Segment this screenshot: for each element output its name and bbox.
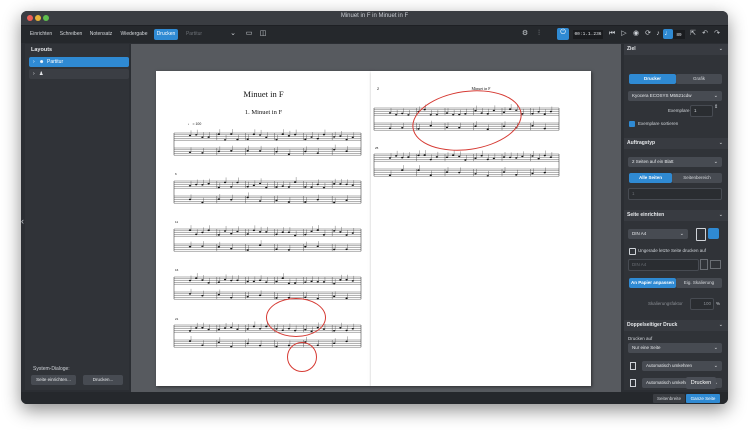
chevron-down-icon[interactable]: ⌄ xyxy=(719,138,723,149)
measure-number: 21 xyxy=(175,317,179,321)
staff-systems xyxy=(173,129,362,348)
page-flip-icon xyxy=(630,362,636,370)
blank-last-page-label: Ungerade letzte Seite drucken auf xyxy=(638,248,707,253)
collapse-left-panel-icon[interactable]: ‹ xyxy=(21,216,24,226)
system-dialogs-label: System-Dialoge: xyxy=(33,366,70,372)
chevron-down-icon[interactable]: ⌄ xyxy=(719,320,723,331)
section-header-duplex[interactable]: Doppelseitiger Druck ⌄ xyxy=(624,320,728,331)
page-width-button[interactable]: Seitenbreite xyxy=(653,394,685,403)
single-page-view-icon[interactable]: ▭ xyxy=(244,29,254,39)
paper-size-select[interactable]: DIN A4 ⌄ xyxy=(628,229,688,239)
zoom-field[interactable]: 89 xyxy=(673,30,685,39)
landscape-icon[interactable] xyxy=(708,228,719,239)
score-page-1: Minuet in F 1. Minuet in F ♩ = 100 6 11 … xyxy=(156,71,371,386)
annotation-circle xyxy=(287,342,317,372)
layouts-header: Layouts xyxy=(31,47,53,53)
chevron-down-icon: ⌄ xyxy=(713,345,718,351)
page-flip-icon xyxy=(630,379,636,387)
status-bar: Seitenbreite Ganze Seite xyxy=(21,392,728,404)
copies-label: Exemplare xyxy=(668,108,690,113)
job-type-select[interactable]: 2 Seiten auf ein Blatt ⌄ xyxy=(628,157,722,167)
custom-scale-button[interactable]: Eig. Skalierung xyxy=(676,278,722,288)
chevron-down-icon: ⌄ xyxy=(713,363,718,369)
system-print-button[interactable]: Drucken... xyxy=(83,375,123,385)
measure-number: 25 xyxy=(375,146,379,150)
print-preview-canvas: Minuet in F 1. Minuet in F ♩ = 100 6 11 … xyxy=(131,44,621,392)
tab-drucken[interactable]: Drucken xyxy=(154,29,178,40)
mixer-icon[interactable]: ⫶ xyxy=(534,29,544,39)
tab-partitur[interactable]: Partitur xyxy=(183,29,205,40)
section-header-ziel[interactable]: Ziel ⌄ xyxy=(624,44,728,55)
tab-wiedergabe[interactable]: Wiedergabe xyxy=(118,29,150,40)
print-on-select[interactable]: Nur eine Seite ⌄ xyxy=(628,343,722,353)
chevron-down-icon: ⌄ xyxy=(713,93,718,99)
copies-stepper[interactable]: 1 xyxy=(690,105,713,117)
printer-select[interactable]: Kyocera ECOSYS M5521cdw ⌄ xyxy=(628,91,722,101)
redo-icon[interactable]: ↷ xyxy=(712,29,722,39)
chevron-down-icon[interactable]: ⌄ xyxy=(719,44,723,55)
section-header-seite[interactable]: Seite einrichten ⌄ xyxy=(624,210,728,221)
metronome-icon[interactable]: ♪ xyxy=(653,29,663,39)
chevron-right-icon[interactable]: › xyxy=(33,57,35,67)
app-window: Minuet in F in Minuet in F Einrichten Sc… xyxy=(21,11,728,404)
tab-schreiben[interactable]: Schreiben xyxy=(58,29,84,40)
all-pages-button[interactable]: Alle Seiten xyxy=(629,173,672,183)
score-page-2: 2 Minuet in F 25 xyxy=(371,71,591,386)
chevron-down-icon[interactable]: ⌄ xyxy=(719,210,723,221)
portrait-icon[interactable] xyxy=(696,228,706,241)
spread-view-icon[interactable]: ◫ xyxy=(258,29,268,39)
tab-notensatz[interactable]: Notensatz xyxy=(87,29,115,40)
scale-unit: % xyxy=(716,301,721,306)
chevron-right-icon[interactable]: › xyxy=(33,69,35,79)
destination-printer-button[interactable]: Drucker xyxy=(629,74,676,84)
chevron-down-icon[interactable]: ⌄ xyxy=(228,29,238,39)
layouts-panel: Layouts › ☻ Partitur › ♟ System-Dialoge:… xyxy=(25,44,129,390)
layout-item-score[interactable]: › ☻ Partitur xyxy=(29,57,129,67)
chevron-down-icon: ⌄ xyxy=(713,159,718,165)
page-range-input[interactable]: 1 xyxy=(628,188,722,200)
fit-to-paper-button[interactable]: An Papier anpassen xyxy=(629,278,676,288)
undo-icon[interactable]: ↶ xyxy=(700,29,710,39)
rewind-icon[interactable]: ⏮ xyxy=(607,29,617,39)
print-on-label: Drucken auf xyxy=(628,336,653,341)
page-range-button[interactable]: Seitenbereich xyxy=(672,173,722,183)
measure-number: 11 xyxy=(175,220,179,224)
blank-paper-select[interactable]: DIN A4 xyxy=(628,259,699,271)
click-icon[interactable]: ♩ xyxy=(663,29,673,39)
layout-item-part[interactable]: › ♟ xyxy=(29,69,129,79)
scale-factor-input[interactable]: 100 xyxy=(690,298,714,310)
transport-time-display: 00:1.1.236 xyxy=(573,30,603,39)
print-options-panel: Ziel ⌄ Drucker Grafik Kyocera ECOSYS M55… xyxy=(624,44,728,390)
portrait-icon[interactable] xyxy=(700,259,708,270)
measure-number: 16 xyxy=(175,268,179,272)
destination-graphic-button[interactable]: Grafik xyxy=(676,74,722,84)
person-icon: ♟ xyxy=(39,71,44,77)
blank-last-page-checkbox[interactable] xyxy=(629,248,636,255)
record-icon[interactable]: ◉ xyxy=(631,29,641,39)
landscape-icon[interactable] xyxy=(710,260,721,269)
collate-checkbox[interactable] xyxy=(629,121,635,127)
chevron-down-icon: ⌄ xyxy=(679,231,684,237)
flip-select[interactable]: Automatisch umkehren ⌄ xyxy=(642,361,722,371)
measure-number: 6 xyxy=(175,172,177,176)
whole-page-button[interactable]: Ganze Seite xyxy=(686,394,720,403)
gear-icon[interactable]: ⚙ xyxy=(520,29,530,39)
tab-einrichten[interactable]: Einrichten xyxy=(27,29,55,40)
window-title: Minuet in F in Minuet in F xyxy=(340,13,409,19)
people-icon: ☻ xyxy=(39,59,45,65)
stepper-arrows-icon[interactable]: ⇕ xyxy=(714,104,718,110)
main-toolbar: Einrichten Schreiben Notensatz Wiedergab… xyxy=(21,26,728,43)
print-button[interactable]: Drucken xyxy=(686,377,716,389)
scale-factor-label: Skalierungsfaktor xyxy=(648,301,683,306)
popout-icon[interactable]: ⇱ xyxy=(688,29,698,39)
annotation-circle xyxy=(266,298,326,337)
power-icon[interactable]: ⏻ xyxy=(557,28,569,40)
collate-label: Exemplare sortieren xyxy=(638,121,679,126)
play-icon[interactable]: ▷ xyxy=(619,29,629,39)
layout-item-label: Partitur xyxy=(47,59,64,65)
loop-icon[interactable]: ⟳ xyxy=(643,29,653,39)
page-setup-button[interactable]: Seite einrichten... xyxy=(31,375,76,385)
section-header-auftragstyp[interactable]: Auftragstyp ⌄ xyxy=(624,138,728,149)
title-bar: Minuet in F in Minuet in F xyxy=(21,11,728,26)
